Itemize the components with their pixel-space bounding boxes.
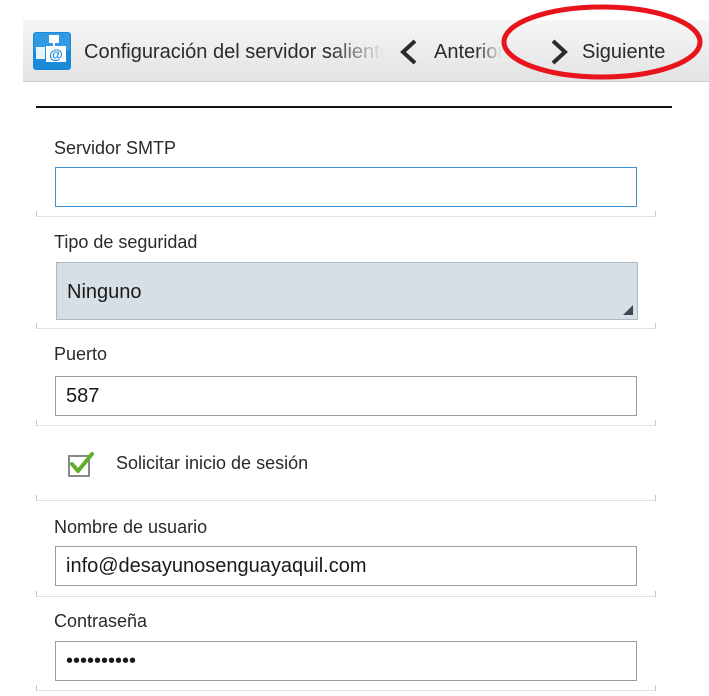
require-login-label: Solicitar inicio de sesión [116, 453, 309, 473]
dropdown-corner-icon [623, 305, 633, 315]
previous-button[interactable]: Anterior [391, 30, 511, 74]
username-input[interactable] [55, 546, 637, 586]
svg-text:@: @ [49, 46, 63, 62]
password-label: Contraseña [54, 611, 148, 631]
checkbox-checked-icon[interactable] [66, 450, 94, 478]
port-label: Puerto [54, 344, 108, 364]
security-type-label: Tipo de seguridad [54, 232, 198, 252]
security-type-value: Ninguno [67, 281, 142, 303]
section-divider [36, 591, 656, 597]
port-input[interactable] [55, 376, 637, 416]
security-type-dropdown[interactable]: Ninguno [56, 262, 638, 320]
next-button[interactable]: Siguiente [542, 30, 702, 74]
header-divider [36, 106, 672, 108]
smtp-server-input[interactable] [55, 167, 637, 207]
require-login-checkbox-row[interactable]: Solicitar inicio de sesión [64, 444, 384, 482]
smtp-server-label: Servidor SMTP [54, 138, 177, 158]
username-label: Nombre de usuario [54, 517, 208, 537]
previous-button-label: Anterior [434, 41, 502, 63]
chevron-left-icon [400, 39, 417, 65]
email-server-icon: @ [33, 32, 71, 70]
section-divider [36, 323, 656, 329]
chevron-right-icon [551, 39, 568, 65]
page-title: Configuración del servidor saliente [84, 41, 384, 63]
next-button-label: Siguiente [582, 41, 666, 63]
section-divider [36, 211, 656, 217]
section-divider [36, 495, 656, 501]
section-divider [36, 685, 656, 691]
password-input[interactable] [55, 641, 637, 681]
action-bar: @ Configuración del servidor saliente An… [23, 20, 709, 82]
screen: @ Configuración del servidor saliente An… [0, 0, 709, 696]
section-divider [36, 420, 656, 426]
